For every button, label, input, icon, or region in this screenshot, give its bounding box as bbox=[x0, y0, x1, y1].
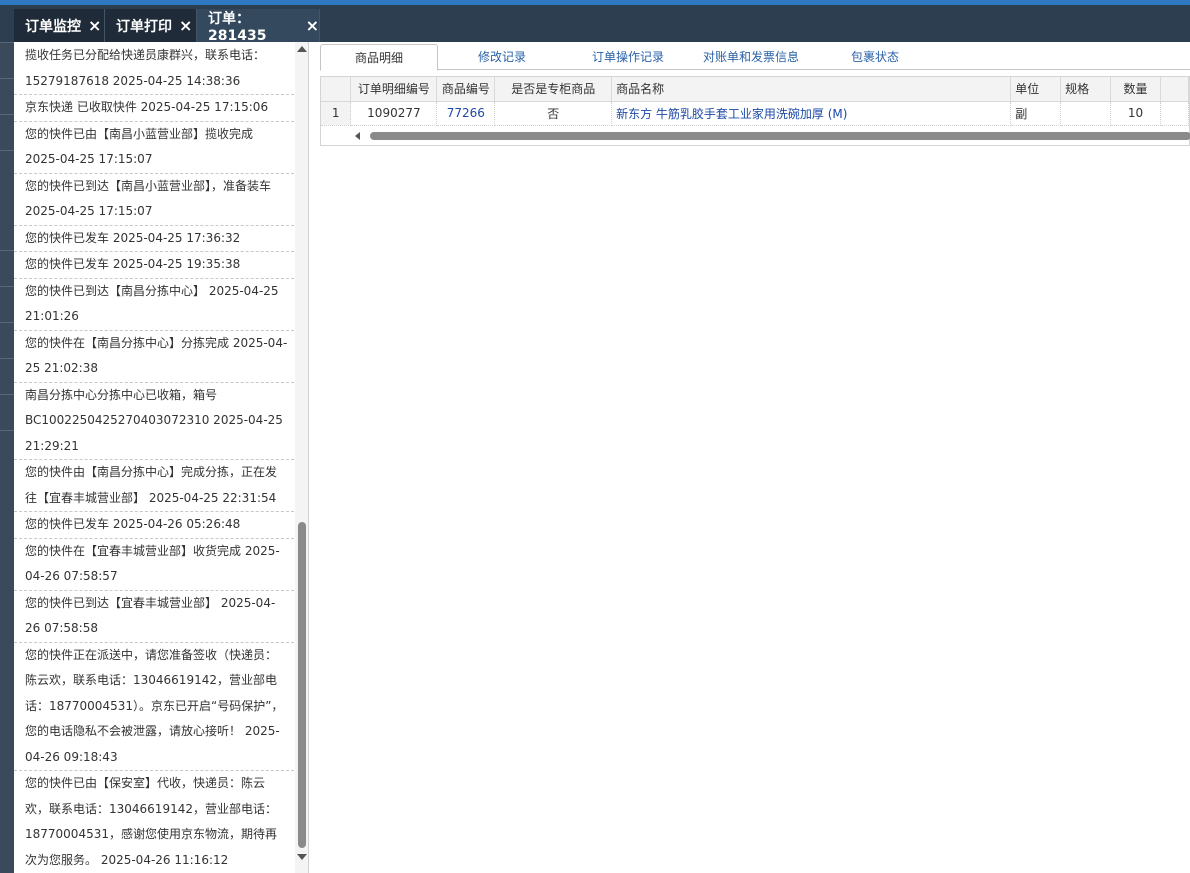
tab-label: 订单打印 bbox=[116, 18, 172, 35]
column-header[interactable]: 订单明细编号 bbox=[350, 77, 438, 102]
filler-cell bbox=[1160, 101, 1189, 126]
scroll-up-icon[interactable] bbox=[297, 46, 307, 52]
close-icon[interactable]: × bbox=[179, 17, 192, 34]
tab-order-monitor[interactable]: 订单监控 × bbox=[14, 9, 105, 42]
tracking-item: 您的快件已到达【宜春丰城营业部】 2025-04-26 07:58:58 bbox=[14, 591, 294, 643]
product-name-link[interactable]: 新东方 牛筋乳胶手套工业家用洗碗加厚 (M) bbox=[611, 101, 1012, 126]
subtab-operation-log[interactable]: 订单操作记录 bbox=[582, 46, 674, 70]
detail-id-cell: 1090277 bbox=[350, 101, 438, 126]
column-header[interactable]: 是否是专柜商品 bbox=[494, 77, 613, 102]
tracking-item: 您的快件已发车 2025-04-25 19:35:38 bbox=[14, 252, 294, 279]
table-row[interactable]: 1 1090277 77266 否 新东方 牛筋乳胶手套工业家用洗碗加厚 (M)… bbox=[321, 101, 1189, 126]
detail-subtabs: 商品明细 修改记录 订单操作记录 对账单和发票信息 包裹状态 bbox=[320, 42, 1190, 71]
tracking-item: 南昌分拣中心分拣中心已收箱，箱号BC1002250425270403072310… bbox=[14, 383, 294, 460]
subtab-statement-invoice[interactable]: 对账单和发票信息 bbox=[695, 46, 807, 70]
close-icon[interactable]: × bbox=[88, 17, 101, 34]
product-id-link[interactable]: 77266 bbox=[436, 101, 496, 126]
tab-label: 订单：281435 bbox=[208, 10, 267, 44]
row-number-header bbox=[321, 77, 352, 102]
tracking-item: 揽收任务已分配给快递员康群兴，联系电话：15279187618 2025-04-… bbox=[14, 42, 294, 95]
close-icon[interactable]: × bbox=[306, 17, 319, 34]
scroll-thumb[interactable] bbox=[370, 132, 1190, 140]
qty-cell: 10 bbox=[1110, 101, 1161, 126]
tracking-item: 您的快件已到达【南昌小蓝营业部】，准备装车 2025-04-25 17:15:0… bbox=[14, 174, 294, 226]
product-grid: 订单明细编号 商品编号 是否是专柜商品 商品名称 单位 规格 数量 1 1090… bbox=[320, 76, 1190, 146]
tracking-item: 京东快递 已收取快件 2025-04-25 17:15:06 bbox=[14, 95, 294, 122]
column-header-filler bbox=[1160, 77, 1189, 102]
tab-bar: 订单监控 × 订单打印 × 订单：281435 × bbox=[0, 5, 1190, 44]
column-header[interactable]: 商品名称 bbox=[611, 77, 1012, 102]
tracking-item: 您的快件由【南昌分拣中心】完成分拣，正在发往【宜春丰城营业部】 2025-04-… bbox=[14, 460, 294, 512]
subtab-product-detail[interactable]: 商品明细 bbox=[320, 44, 438, 71]
table-header-row: 订单明细编号 商品编号 是否是专柜商品 商品名称 单位 规格 数量 bbox=[321, 77, 1189, 102]
column-header[interactable]: 规格 bbox=[1060, 77, 1112, 102]
column-header[interactable]: 商品编号 bbox=[436, 77, 496, 102]
order-content: 商品明细 修改记录 订单操作记录 对账单和发票信息 包裹状态 订单明细编号 商品… bbox=[320, 42, 1190, 873]
scroll-down-icon[interactable] bbox=[297, 854, 307, 860]
column-header[interactable]: 数量 bbox=[1110, 77, 1161, 102]
tab-order-detail[interactable]: 订单：281435 × bbox=[197, 9, 320, 44]
tracking-item: 您的快件在【南昌分拣中心】分拣完成 2025-04-25 21:02:38 bbox=[14, 331, 294, 383]
tab-label: 订单监控 bbox=[25, 18, 81, 35]
counter-cell: 否 bbox=[494, 101, 613, 126]
tracking-item: 您的快件在【宜春丰城营业部】收货完成 2025-04-26 07:58:57 bbox=[14, 539, 294, 591]
tracking-item: 您的快件已由【南昌小蓝营业部】揽收完成 2025-04-25 17:15:07 bbox=[14, 122, 294, 174]
subtab-change-log[interactable]: 修改记录 bbox=[460, 46, 544, 70]
scroll-thumb[interactable] bbox=[298, 522, 306, 848]
tracking-item: 您的快件已由【保安室】代收，快递员：陈云欢，联系电话：13046619142，营… bbox=[14, 771, 294, 873]
unit-cell: 副 bbox=[1010, 101, 1062, 126]
column-header[interactable]: 单位 bbox=[1010, 77, 1062, 102]
spec-cell bbox=[1060, 101, 1112, 126]
tracking-scrollbar[interactable] bbox=[295, 42, 308, 873]
tracking-item: 您的快件已发车 2025-04-26 05:26:48 bbox=[14, 512, 294, 539]
tracking-item: 您的快件已发车 2025-04-25 17:36:32 bbox=[14, 226, 294, 252]
tracking-item: 您的快件正在派送中，请您准备签收（快递员：陈云欢，联系电话：1304661914… bbox=[14, 643, 294, 771]
row-number: 1 bbox=[321, 101, 352, 126]
left-nav-rail bbox=[0, 42, 14, 873]
subtab-package-status[interactable]: 包裹状态 bbox=[840, 46, 910, 70]
grid-horizontal-scrollbar[interactable] bbox=[351, 129, 1190, 143]
tracking-item: 您的快件已到达【南昌分拣中心】 2025-04-25 21:01:26 bbox=[14, 279, 294, 331]
tracking-list: 揽收任务已分配给快递员康群兴，联系电话：15279187618 2025-04-… bbox=[14, 42, 294, 873]
scroll-left-icon[interactable] bbox=[355, 132, 360, 140]
product-table: 订单明细编号 商品编号 是否是专柜商品 商品名称 单位 规格 数量 1 1090… bbox=[321, 77, 1189, 126]
tracking-panel: 揽收任务已分配给快递员康群兴，联系电话：15279187618 2025-04-… bbox=[14, 42, 309, 873]
tab-order-print[interactable]: 订单打印 × bbox=[105, 9, 197, 42]
